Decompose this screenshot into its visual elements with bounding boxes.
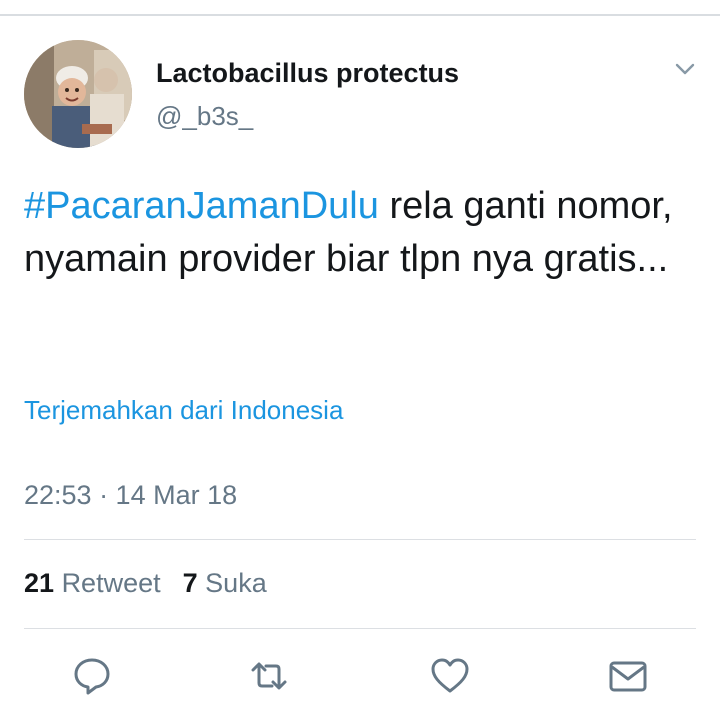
like-button[interactable]	[430, 656, 470, 696]
divider	[24, 628, 696, 629]
author-display-name[interactable]: Lactobacillus protectus	[156, 58, 459, 89]
like-label[interactable]: Suka	[205, 568, 267, 598]
direct-message-button[interactable]	[608, 656, 648, 696]
retweet-icon	[251, 662, 287, 690]
tweet-text: #PacaranJamanDulu rela ganti nomor, nyam…	[24, 180, 704, 286]
author-handle[interactable]: @_b3s_	[156, 101, 253, 132]
reply-icon	[74, 658, 110, 695]
divider	[24, 539, 696, 540]
avatar-photo	[24, 40, 132, 148]
heart-icon	[431, 658, 469, 693]
tweet-timestamp: 22:53 · 14 Mar 18	[24, 480, 238, 510]
like-count[interactable]: 7	[183, 568, 198, 598]
avatar[interactable]	[24, 40, 132, 148]
reply-button[interactable]	[72, 656, 112, 696]
top-divider	[0, 14, 720, 16]
tweet-detail-view: Lactobacillus protectus @_b3s_ #PacaranJ…	[0, 0, 720, 720]
engagement-stats: 21 Retweet 7 Suka	[24, 568, 267, 599]
retweet-label[interactable]: Retweet	[62, 568, 161, 598]
chevron-down-icon[interactable]	[672, 58, 698, 80]
hashtag-link[interactable]: #PacaranJamanDulu	[24, 185, 379, 227]
retweet-count[interactable]: 21	[24, 568, 54, 598]
translate-link[interactable]: Terjemahkan dari Indonesia	[24, 395, 343, 426]
envelope-icon	[609, 661, 647, 692]
retweet-button[interactable]	[249, 656, 289, 696]
